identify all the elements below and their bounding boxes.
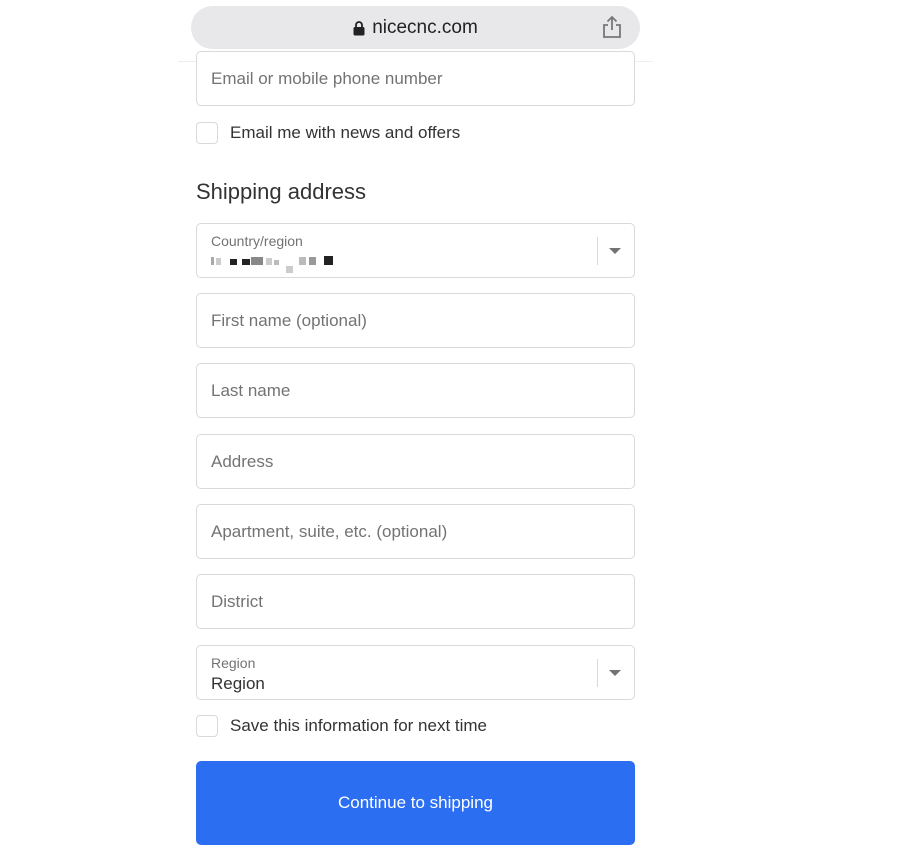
last-name-field[interactable] <box>197 364 634 417</box>
chevron-down-icon <box>609 248 621 254</box>
lock-icon <box>353 21 365 36</box>
country-label: Country/region <box>211 233 303 249</box>
email-field-container <box>196 51 635 106</box>
address-field[interactable] <box>197 435 634 488</box>
apartment-container <box>196 504 635 559</box>
country-select[interactable]: Country/region <box>196 223 635 278</box>
apartment-field[interactable] <box>197 505 634 558</box>
region-value: Region <box>211 674 265 693</box>
chevron-down-icon <box>609 670 621 676</box>
region-select[interactable]: Region Region <box>196 645 635 700</box>
save-info-label: Save this information for next time <box>230 716 488 735</box>
first-name-field[interactable] <box>197 294 634 347</box>
email-field[interactable] <box>197 52 634 105</box>
continue-to-shipping-button[interactable]: Continue to shipping <box>196 761 635 845</box>
url-display[interactable]: nicecnc.com <box>191 6 640 49</box>
first-name-container <box>196 293 635 348</box>
district-container <box>196 574 635 629</box>
country-value-redacted <box>211 256 333 273</box>
newsletter-checkbox-row[interactable]: Email me with news and offers <box>196 122 460 144</box>
url-text: nicecnc.com <box>372 16 478 38</box>
country-select-separator <box>597 237 598 265</box>
address-container <box>196 434 635 489</box>
save-info-checkbox[interactable] <box>196 715 218 737</box>
region-label: Region <box>211 655 256 671</box>
last-name-container <box>196 363 635 418</box>
newsletter-checkbox[interactable] <box>196 122 218 144</box>
shipping-address-heading: Shipping address <box>196 179 367 204</box>
save-info-checkbox-row[interactable]: Save this information for next time <box>196 715 487 737</box>
newsletter-label: Email me with news and offers <box>230 123 461 142</box>
share-icon[interactable] <box>601 15 623 39</box>
district-field[interactable] <box>197 575 634 628</box>
browser-url-bar[interactable]: nicecnc.com <box>191 6 640 49</box>
region-select-separator <box>597 659 598 687</box>
